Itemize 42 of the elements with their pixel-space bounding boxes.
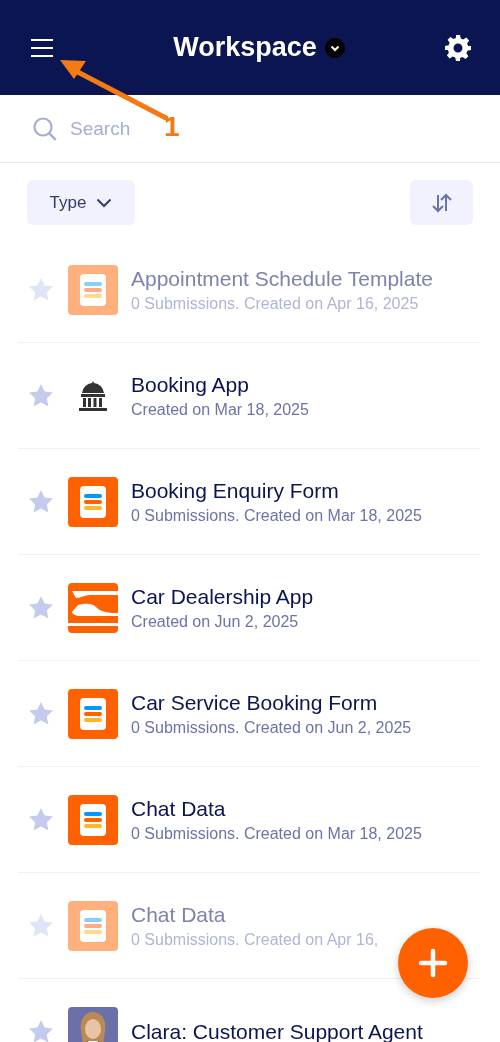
star-icon[interactable] xyxy=(28,913,54,938)
item-subtitle: Created on Mar 18, 2025 xyxy=(131,400,309,419)
chevron-down-icon xyxy=(96,197,113,208)
item-title[interactable]: Car Dealership App xyxy=(131,584,314,609)
star-icon[interactable] xyxy=(28,1019,54,1042)
form-icon xyxy=(68,900,118,951)
form-icon xyxy=(68,476,118,527)
building-icon xyxy=(78,379,108,412)
item-title[interactable]: Chat Data xyxy=(131,902,379,927)
form-icon xyxy=(68,688,118,739)
sort-icon xyxy=(430,192,453,213)
star-icon[interactable] xyxy=(28,383,54,408)
add-button[interactable] xyxy=(398,928,468,998)
item-subtitle: Created on Jun 2, 2025 xyxy=(131,612,300,631)
star-icon[interactable] xyxy=(28,595,54,620)
item-subtitle: 0 Submissions. Created on Mar 18, 2025 xyxy=(131,506,422,525)
item-title[interactable]: Appointment Schedule Template xyxy=(131,266,433,291)
star-icon[interactable] xyxy=(28,701,54,726)
item-title[interactable]: Booking Enquiry Form xyxy=(131,478,422,503)
search-icon xyxy=(32,115,58,142)
workspace-title[interactable]: Workspace xyxy=(173,32,317,63)
type-filter-button[interactable]: Type xyxy=(27,180,135,225)
form-icon xyxy=(68,264,118,315)
star-icon[interactable] xyxy=(28,277,54,302)
item-title[interactable]: Chat Data xyxy=(131,796,422,821)
item-title[interactable]: Clara: Customer Support Agent xyxy=(131,1019,423,1042)
item-title[interactable]: Booking App xyxy=(131,372,309,397)
plus-icon xyxy=(418,948,448,978)
caret-icon[interactable] xyxy=(324,37,345,58)
annotation-number: 1 xyxy=(164,111,180,143)
form-icon xyxy=(68,794,118,845)
star-icon[interactable] xyxy=(28,489,54,514)
sort-button[interactable] xyxy=(410,180,473,225)
item-subtitle: 0 Submissions. Created on Apr 16, 2025 xyxy=(131,294,420,313)
item-subtitle: 0 Submissions. Created on Mar 18, 2025 xyxy=(131,824,422,843)
settings-icon[interactable] xyxy=(444,33,472,62)
item-subtitle: 0 Submissions. Created on Apr 16, xyxy=(131,930,379,949)
item-title[interactable]: Car Service Booking Form xyxy=(131,690,412,715)
menu-icon[interactable] xyxy=(30,37,54,58)
car-app-icon xyxy=(68,582,118,633)
star-icon[interactable] xyxy=(28,807,54,832)
item-subtitle: 0 Submissions. Created on Jun 2, 2025 xyxy=(131,718,412,737)
